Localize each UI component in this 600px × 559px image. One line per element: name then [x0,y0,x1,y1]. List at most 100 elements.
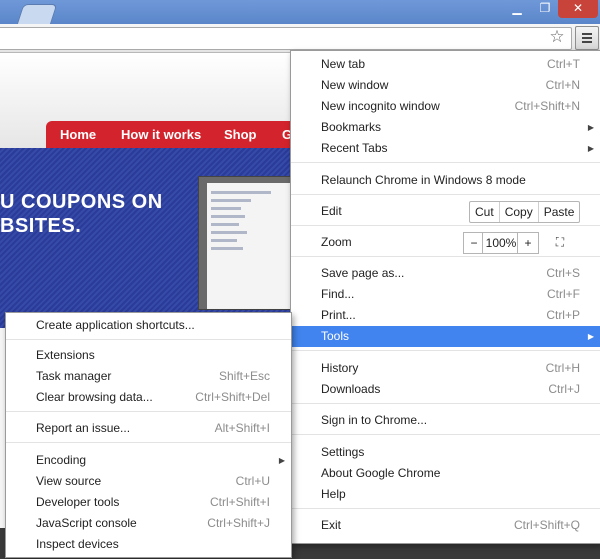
close-window-button[interactable]: ✕ [558,0,598,18]
menu-edit-row: Edit Cut Copy Paste [291,201,600,223]
menu-new-tab[interactable]: New tab Ctrl+T [291,54,600,75]
menu-item-label: View source [36,474,102,488]
menu-item-label: New tab [321,57,366,71]
preview-line [211,231,247,234]
menu-item-label: Encoding [36,453,87,467]
preview-line [211,207,241,210]
cut-button[interactable]: Cut [470,202,499,222]
bookmark-star-icon[interactable]: ☆ [548,27,566,47]
menu-new-window[interactable]: New window Ctrl+N [291,75,600,96]
menu-item-shortcut: Ctrl+H [545,361,580,375]
menu-item-label: History [321,361,359,375]
menu-item-label: Exit [321,518,342,532]
menu-task-manager[interactable]: Task manager Shift+Esc [6,366,291,387]
menu-item-label: Downloads [321,382,381,396]
menu-about-chrome[interactable]: About Google Chrome [291,463,600,484]
zoom-in-button[interactable]: + [517,232,539,254]
menu-help[interactable]: Help [291,484,600,505]
menu-separator [291,403,600,404]
preview-line [211,223,239,226]
nav-how-it-works[interactable]: How it works [121,121,201,148]
nav-shop[interactable]: Shop [224,121,257,148]
menu-item-shortcut: Ctrl+Shift+Q [513,518,580,532]
menu-item-label: Help [321,487,346,501]
menu-recent-tabs[interactable]: Recent Tabs ▶ [291,138,600,159]
menu-item-shortcut: Ctrl+J [548,382,580,396]
menu-item-label: About Google Chrome [321,466,441,480]
paste-button[interactable]: Paste [537,202,580,222]
menu-encoding[interactable]: Encoding ▶ [6,450,291,471]
preview-screen [207,183,291,309]
banner-headline-2: BSITES. [0,215,82,237]
menu-separator [291,225,600,226]
menu-downloads[interactable]: Downloads Ctrl+J [291,379,600,400]
menu-item-label: Print... [321,308,356,322]
menu-settings[interactable]: Settings [291,442,600,463]
browser-toolbar: ☆ [0,24,600,53]
menu-bookmarks[interactable]: Bookmarks ▶ [291,117,600,138]
menu-report-issue[interactable]: Report an issue... Alt+Shift+I [6,418,291,439]
menu-view-source[interactable]: View source Ctrl+U [6,471,291,492]
menu-tools[interactable]: Tools ▶ [291,326,600,347]
preview-line [211,215,245,218]
menu-find[interactable]: Find... Ctrl+F [291,284,600,305]
menu-separator [291,350,600,351]
menu-extensions[interactable]: Extensions [6,345,291,366]
menu-separator [291,434,600,435]
menu-item-shortcut: Ctrl+F [547,287,580,301]
nav-home[interactable]: Home [60,121,96,148]
menu-separator [291,508,600,509]
menu-item-label: Edit [321,204,342,218]
menu-save-page-as[interactable]: Save page as... Ctrl+S [291,263,600,284]
menu-item-shortcut: Ctrl+Shift+Del [195,390,270,404]
fullscreen-icon[interactable]: ⛶ [547,232,573,252]
menu-separator [6,442,291,443]
menu-developer-tools[interactable]: Developer tools Ctrl+Shift+I [6,492,291,513]
menu-separator [291,194,600,195]
menu-separator [291,256,600,257]
menu-item-label: Developer tools [36,495,120,509]
menu-item-label: New incognito window [321,99,440,113]
submenu-arrow-icon: ▶ [587,332,594,341]
edit-button-group: Cut Copy Paste [469,201,581,223]
preview-line [211,239,237,242]
menu-item-label: Recent Tabs [321,141,388,155]
menu-item-shortcut: Ctrl+Shift+J [207,516,270,530]
chrome-menu-button[interactable] [575,26,599,50]
hamburger-icon-bar [582,41,592,43]
menu-clear-browsing-data[interactable]: Clear browsing data... Ctrl+Shift+Del [6,387,291,408]
menu-item-shortcut: Ctrl+Shift+N [514,99,580,113]
menu-sign-in[interactable]: Sign in to Chrome... [291,410,600,431]
menu-item-label: JavaScript console [36,516,137,530]
menu-relaunch-windows8[interactable]: Relaunch Chrome in Windows 8 mode [291,170,600,191]
menu-separator [6,411,291,412]
browser-tab[interactable] [16,4,58,25]
menu-exit[interactable]: Exit Ctrl+Shift+Q [291,515,600,536]
chrome-menu: New tab Ctrl+T New window Ctrl+N New incog… [290,50,600,544]
minimize-button[interactable]: ▁ [502,0,532,18]
menu-item-shortcut: Ctrl+S [546,266,580,280]
maximize-button[interactable]: ❐ [532,0,558,18]
menu-print[interactable]: Print... Ctrl+P [291,305,600,326]
menu-item-label: Tools [321,329,350,343]
menu-item-shortcut: Ctrl+N [545,78,580,92]
address-bar[interactable] [0,27,572,50]
submenu-arrow-icon: ▶ [587,144,594,153]
menu-inspect-devices[interactable]: Inspect devices [6,534,291,555]
menu-item-label: Find... [321,287,355,301]
menu-item-shortcut: Ctrl+T [547,57,580,71]
menu-item-shortcut: Ctrl+P [546,308,580,322]
menu-item-shortcut: Shift+Esc [218,369,270,383]
menu-javascript-console[interactable]: JavaScript console Ctrl+Shift+J [6,513,291,534]
copy-button[interactable]: Copy [498,202,538,222]
menu-history[interactable]: History Ctrl+H [291,358,600,379]
menu-item-label: Sign in to Chrome... [321,413,428,427]
menu-item-label: Save page as... [321,266,405,280]
menu-item-shortcut: Ctrl+Shift+I [209,495,270,509]
menu-new-incognito-window[interactable]: New incognito window Ctrl+Shift+N [291,96,600,117]
menu-item-label: New window [321,78,389,92]
browser-preview-image [198,176,300,310]
menu-create-app-shortcuts[interactable]: Create application shortcuts... [6,315,291,336]
menu-zoom-row: Zoom − 100% + ⛶ [291,232,600,254]
menu-item-label: Zoom [321,235,352,249]
